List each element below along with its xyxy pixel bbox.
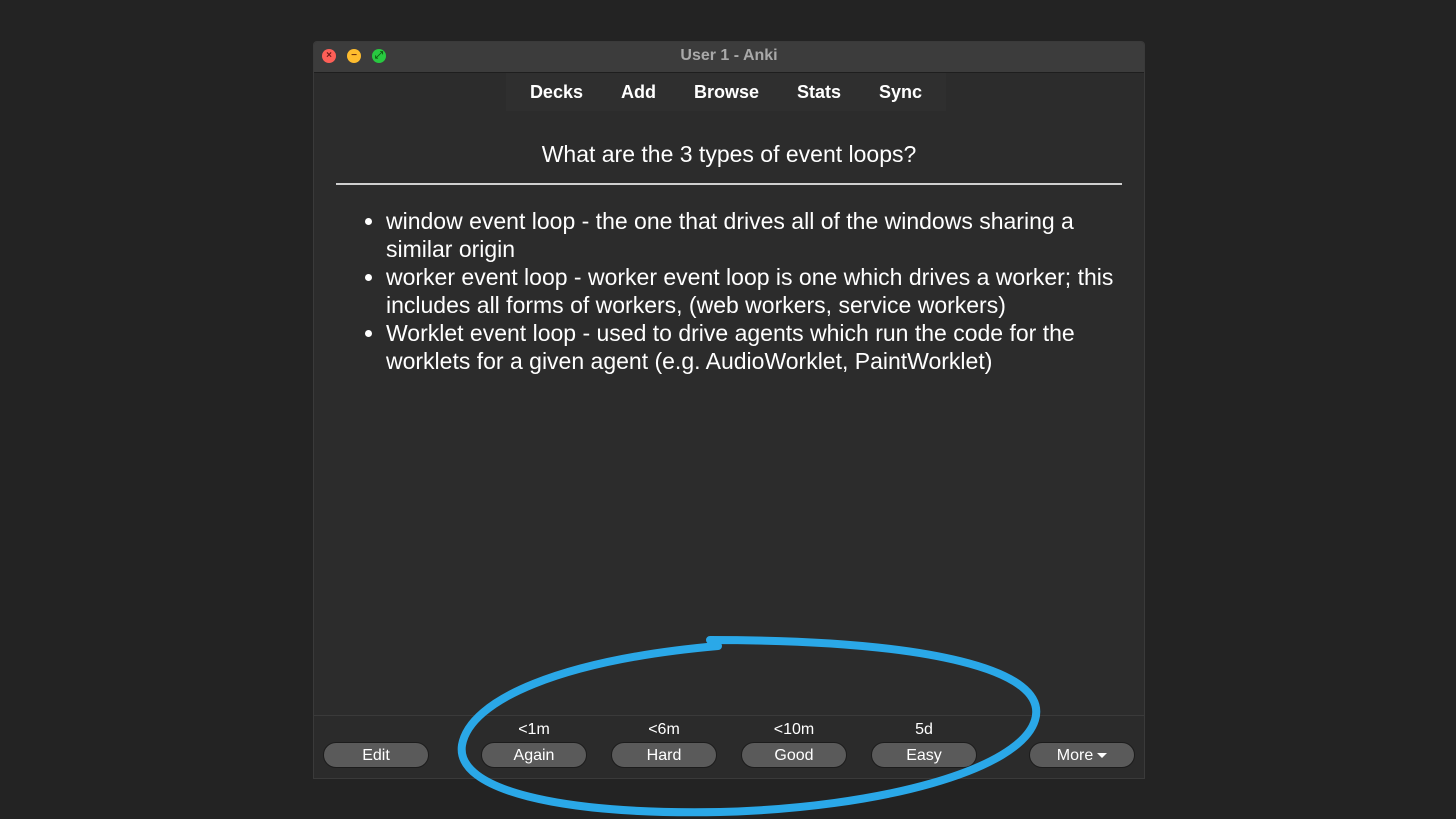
good-interval: <10m bbox=[773, 721, 815, 738]
review-bottom-bar: Edit <1m Again <6m Hard <10m Good 5d Eas… bbox=[314, 715, 1144, 778]
card-question: What are the 3 types of event loops? bbox=[541, 141, 917, 167]
good-button[interactable]: Good bbox=[741, 742, 847, 768]
hard-interval: <6m bbox=[648, 721, 680, 738]
answer-item: worker event loop - worker event loop is… bbox=[386, 263, 1128, 319]
hard-button[interactable]: Hard bbox=[611, 742, 717, 768]
toolbar-browse[interactable]: Browse bbox=[675, 82, 778, 103]
more-label: More bbox=[1056, 747, 1094, 764]
answer-item: window event loop - the one that drives … bbox=[386, 207, 1128, 263]
toolbar-stats[interactable]: Stats bbox=[778, 82, 860, 103]
again-interval: <1m bbox=[518, 721, 550, 738]
again-button[interactable]: Again bbox=[481, 742, 587, 768]
toolbar-decks[interactable]: Decks bbox=[511, 82, 602, 103]
answer-item: Worklet event loop - used to drive agent… bbox=[386, 319, 1128, 375]
more-button[interactable]: More bbox=[1029, 742, 1135, 768]
main-toolbar: Decks Add Browse Stats Sync bbox=[506, 73, 946, 111]
anki-window: × − ⤢ User 1 - Anki Decks Add Browse Sta… bbox=[313, 41, 1145, 779]
chevron-down-icon bbox=[1097, 753, 1108, 759]
toolbar-sync[interactable]: Sync bbox=[860, 82, 941, 103]
easy-interval: 5d bbox=[915, 721, 933, 738]
window-title: User 1 - Anki bbox=[680, 47, 778, 64]
edit-button[interactable]: Edit bbox=[323, 742, 429, 768]
answer-divider bbox=[336, 183, 1122, 185]
toolbar-add[interactable]: Add bbox=[602, 82, 675, 103]
title-bar: × − ⤢ User 1 - Anki bbox=[314, 42, 1144, 73]
card-answer-list: window event loop - the one that drives … bbox=[338, 207, 1128, 375]
easy-button[interactable]: Easy bbox=[871, 742, 977, 768]
